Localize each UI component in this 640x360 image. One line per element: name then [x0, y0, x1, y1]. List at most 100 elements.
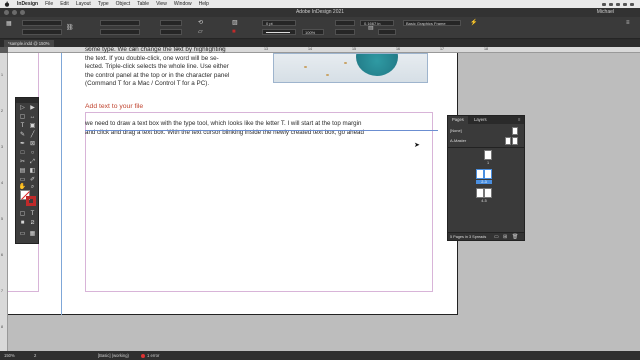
auto-fit-field[interactable] — [378, 29, 396, 35]
page-spread[interactable]: some type. We can change the text by hig… — [8, 46, 458, 315]
page-tool-icon[interactable]: ▢ — [18, 113, 27, 121]
page-number-field[interactable]: 2 — [34, 353, 36, 358]
menu-object[interactable]: Object — [116, 1, 130, 7]
menu-help[interactable]: Help — [199, 1, 209, 7]
pen-tool-icon[interactable]: ✒ — [18, 140, 27, 148]
chain-link-icon[interactable]: ⛓ — [66, 25, 74, 31]
stroke-swatch[interactable] — [26, 196, 36, 206]
apply-color-icon[interactable]: ■ — [18, 219, 27, 227]
menu-edit[interactable]: Edit — [60, 1, 69, 7]
status-icon[interactable] — [609, 2, 613, 6]
gradient-feather-icon[interactable]: ◧ — [28, 167, 37, 175]
page-thumb-4[interactable] — [476, 188, 484, 198]
content-collector-icon[interactable]: ▣ — [28, 122, 37, 130]
a-master-thumb-right[interactable] — [512, 137, 518, 145]
tools-panel-header[interactable] — [16, 98, 38, 103]
selection-tool-icon[interactable]: ▷ — [18, 104, 27, 112]
menu-app-indesign[interactable]: InDesign — [17, 1, 38, 7]
corner-size-field[interactable]: 0.1667 in — [360, 20, 394, 26]
menu-type[interactable]: Type — [98, 1, 109, 7]
menu-window[interactable]: Window — [174, 1, 192, 7]
body-text-frame[interactable]: some type. We can change the text by hig… — [85, 46, 270, 89]
a-master-row[interactable]: A-Master — [448, 137, 524, 146]
status-icon[interactable] — [616, 2, 620, 6]
status-icon[interactable] — [630, 2, 634, 6]
y-position-field[interactable] — [22, 29, 62, 35]
opacity-field[interactable]: 100% — [302, 29, 324, 35]
x-position-field[interactable] — [22, 20, 62, 26]
quick-apply-icon[interactable]: ⚡ — [470, 20, 477, 26]
status-icon[interactable] — [623, 2, 627, 6]
new-text-frame-guide — [85, 112, 433, 292]
menu-table[interactable]: Table — [137, 1, 149, 7]
free-transform-icon[interactable]: ⤢ — [28, 158, 37, 166]
edit-page-size-icon[interactable]: ▭ — [494, 234, 499, 240]
none-master-row[interactable]: [None] — [448, 127, 524, 135]
rectangle-tool-icon[interactable]: □ — [18, 149, 27, 157]
pencil-tool-icon[interactable]: ✎ — [18, 131, 27, 139]
fill-stroke-swatch[interactable] — [20, 190, 36, 206]
shear-icon[interactable]: ▱ — [198, 29, 203, 35]
screen-mode-icon[interactable]: ▭ — [18, 230, 27, 238]
new-text-frame[interactable]: we need to draw a text box with the type… — [85, 120, 438, 137]
object-style-value: Basic Graphics Frame — [406, 21, 446, 26]
rectangle-frame-icon[interactable]: ⊠ — [28, 140, 37, 148]
formatting-container-icon[interactable]: ▢ — [18, 210, 27, 218]
preview-mode-icon[interactable]: ▦ — [28, 230, 37, 238]
menu-extras — [602, 0, 634, 8]
stroke-swatch-icon[interactable]: ■ — [232, 29, 236, 35]
page-thumb-3[interactable] — [484, 169, 492, 179]
vertical-ruler[interactable]: 1 2 3 4 5 6 7 8 — [0, 53, 8, 351]
tab-layers[interactable]: Layers — [470, 116, 491, 124]
tools-panel[interactable]: ▷ ▶ ▢ ↔ T ▣ ✎ ╱ ✒ ⊠ □ ○ ✂ ⤢ ▤ ◧ ▭ ✐ ✋ ⌕ … — [15, 97, 39, 244]
none-master-label: [None] — [450, 128, 462, 133]
ellipse-tool-icon[interactable]: ○ — [28, 149, 37, 157]
none-master-thumb[interactable] — [512, 127, 518, 135]
formatting-text-icon[interactable]: T — [28, 210, 37, 218]
panel-menu-icon[interactable]: ≡ — [514, 116, 524, 124]
menu-layout[interactable]: Layout — [76, 1, 91, 7]
line-tool-icon[interactable]: ╱ — [28, 131, 37, 139]
scale-y-field[interactable] — [160, 29, 182, 35]
new-page-icon[interactable]: ⊞ — [503, 234, 507, 240]
page-label-4-5: 4-5 — [481, 199, 487, 203]
type-tool-icon[interactable]: T — [18, 122, 27, 130]
direct-selection-icon[interactable]: ▶ — [28, 104, 37, 112]
trash-icon[interactable]: 🗑 — [512, 234, 518, 240]
coffee-cup-photo[interactable] — [273, 53, 428, 83]
user-account-button[interactable]: Michael — [597, 9, 614, 15]
stroke-weight-field[interactable]: 0 pt — [262, 20, 296, 26]
page-thumb-5[interactable] — [484, 188, 492, 198]
ruler-label: 7 — [1, 289, 3, 293]
fill-swatch-icon[interactable]: ▨ — [232, 20, 238, 26]
zoom-level[interactable]: 150% — [4, 353, 15, 358]
gradient-icon[interactable]: ▤ — [18, 167, 27, 175]
error-count[interactable]: 1 error — [147, 353, 159, 358]
effects-field-2[interactable] — [335, 29, 355, 35]
tab-pages[interactable]: Pages — [448, 116, 468, 124]
scale-x-field[interactable] — [160, 20, 182, 26]
page-thumb-1[interactable] — [484, 150, 492, 160]
page-thumb-2[interactable] — [476, 169, 484, 179]
preflight-profile[interactable]: [Basic] (working) — [98, 353, 129, 358]
width-field[interactable] — [100, 20, 140, 26]
object-style-select[interactable]: Basic Graphics Frame — [403, 20, 461, 26]
reference-point-icon[interactable]: ▦ — [6, 21, 12, 27]
stroke-type-select[interactable] — [262, 29, 296, 35]
rotate-icon[interactable]: ⟲ — [198, 20, 203, 26]
pages-panel[interactable]: Pages Layers ≡ [None] A-Master 1 2-3 4-5… — [447, 115, 525, 241]
menu-file[interactable]: File — [45, 1, 53, 7]
effects-field[interactable] — [335, 20, 355, 26]
document-tab[interactable]: *sample.indd @ 150% — [4, 40, 54, 47]
menu-view[interactable]: View — [156, 1, 167, 7]
a-master-thumb-left[interactable] — [505, 137, 511, 145]
gap-tool-icon[interactable]: ↔ — [28, 113, 37, 121]
apply-none-icon[interactable]: ⧄ — [28, 219, 37, 227]
height-field[interactable] — [100, 29, 140, 35]
document-canvas[interactable]: some type. We can change the text by hig… — [8, 46, 640, 351]
apple-icon[interactable] — [4, 1, 10, 7]
status-icon[interactable] — [602, 2, 606, 6]
status-bar: 150% 2 [Basic] (working) 1 error — [0, 351, 640, 360]
panel-menu-icon[interactable]: ≡ — [626, 20, 630, 26]
scissors-icon[interactable]: ✂ — [18, 158, 27, 166]
